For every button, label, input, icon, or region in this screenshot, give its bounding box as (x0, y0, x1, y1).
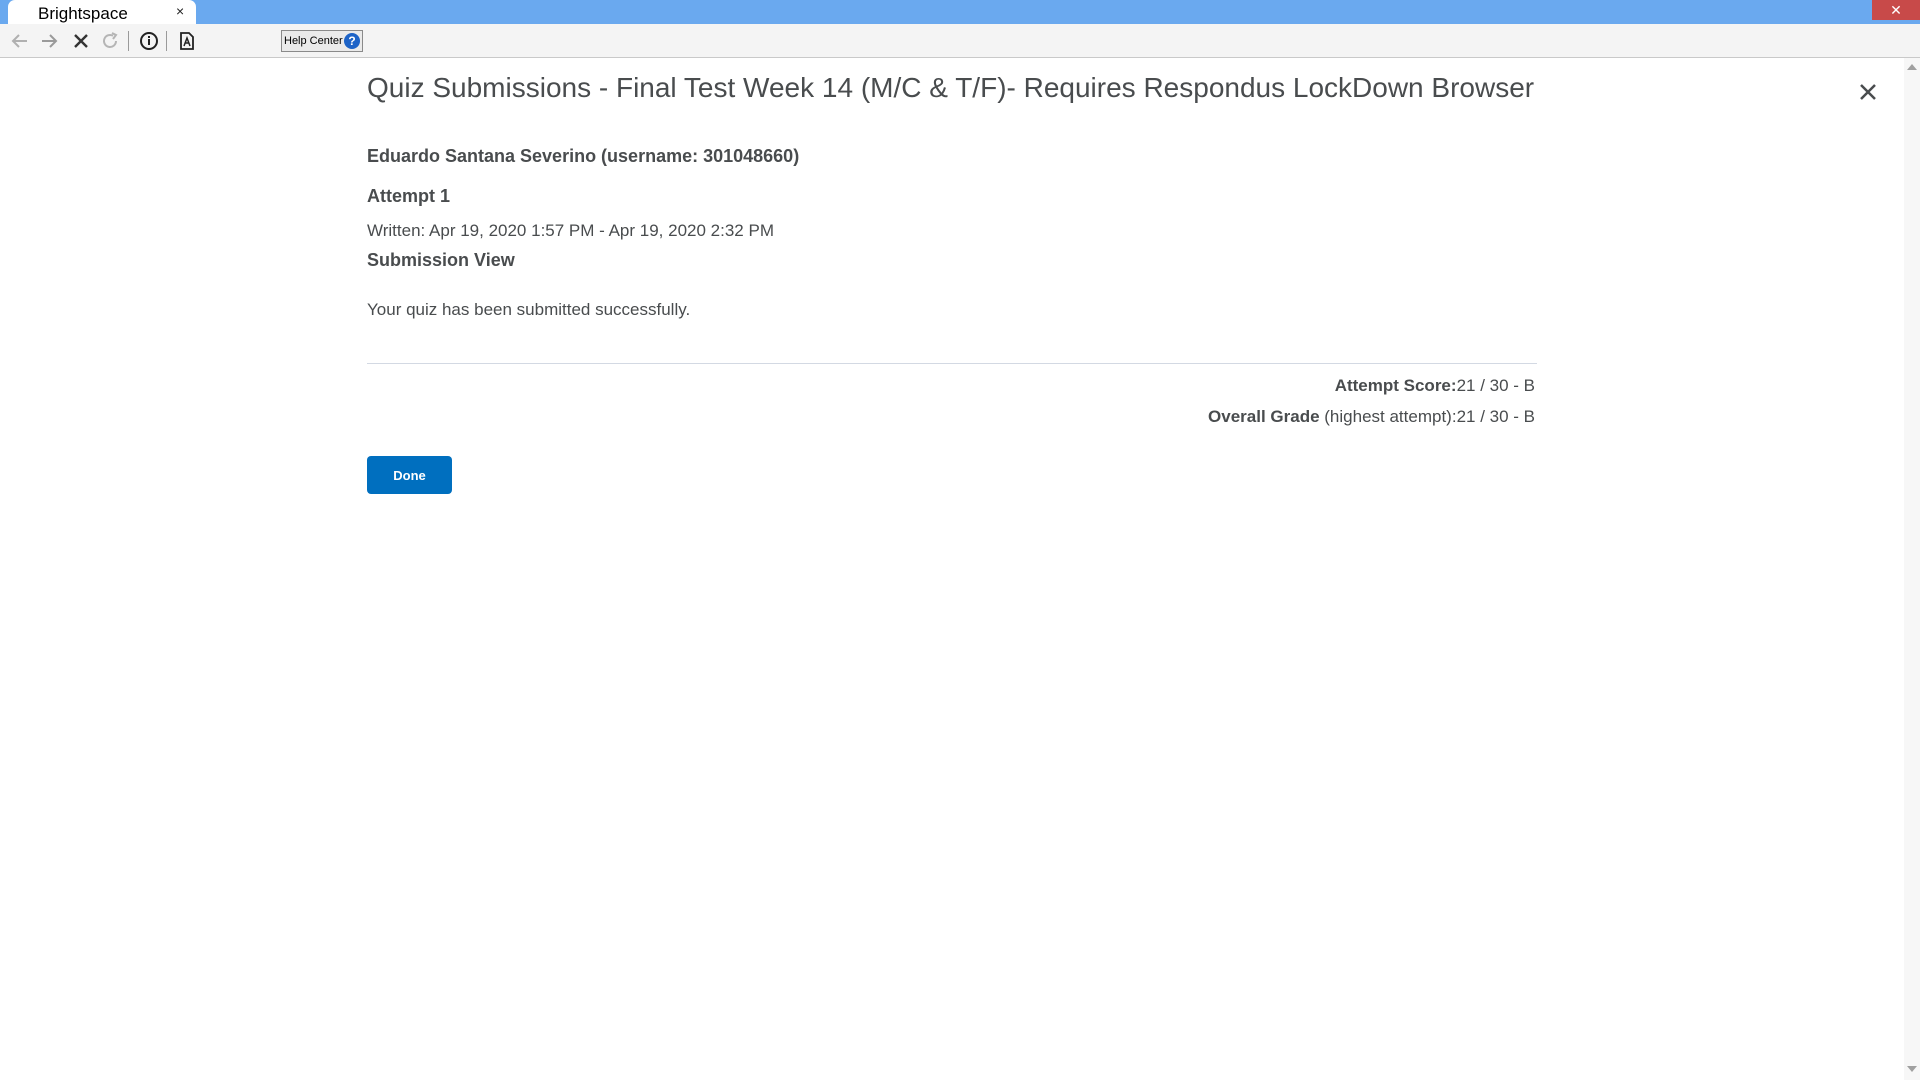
page-scrollbar[interactable] (1904, 58, 1920, 1080)
attempt-score-value: 21 / 30 - B (1456, 376, 1535, 395)
student-name: Eduardo Santana Severino (username: 3010… (367, 146, 800, 166)
stop-icon[interactable] (70, 30, 92, 52)
reload-icon[interactable] (99, 30, 121, 52)
submission-success-message: Your quiz has been submitted successfull… (367, 300, 691, 319)
overall-grade: Overall Grade (highest attempt):21 / 30 … (1208, 407, 1535, 427)
overall-grade-label: Overall Grade (1208, 407, 1320, 426)
overall-grade-value: 21 / 30 - B (1456, 407, 1535, 426)
browser-toolbar: Help Center ? (0, 24, 1920, 58)
browser-titlebar: Brightspace × ✕ (0, 0, 1920, 24)
help-center-label: Help Center (284, 35, 343, 47)
page-title: Quiz Submissions - Final Test Week 14 (M… (367, 72, 1535, 103)
written-timestamp: Written: Apr 19, 2020 1:57 PM - Apr 19, … (367, 221, 774, 240)
attempt-heading: Attempt 1 (367, 186, 451, 206)
attempt-score: Attempt Score:21 / 30 - B (1335, 376, 1535, 396)
help-center-button[interactable]: Help Center ? (281, 30, 363, 52)
scroll-up-icon[interactable] (1907, 64, 1917, 70)
scroll-down-icon[interactable] (1907, 1066, 1917, 1072)
attempt-score-label: Attempt Score: (1334, 376, 1457, 395)
divider (367, 363, 1537, 364)
submission-view-heading: Submission View (367, 250, 515, 270)
forward-arrow-icon[interactable] (38, 30, 60, 52)
help-question-icon: ? (344, 33, 360, 49)
window-close-button[interactable]: ✕ (1872, 0, 1920, 20)
tab-close-icon[interactable]: × (176, 3, 184, 19)
done-button[interactable]: Done (367, 456, 452, 494)
toolbar-separator (166, 31, 167, 51)
toolbar-separator (128, 31, 129, 51)
close-icon[interactable] (1854, 78, 1882, 106)
browser-tab[interactable]: Brightspace × (8, 0, 196, 24)
overall-grade-note: (highest attempt): (1319, 407, 1457, 426)
tab-title: Brightspace (38, 4, 128, 23)
page-icon[interactable] (176, 30, 198, 52)
back-arrow-icon[interactable] (9, 30, 31, 52)
info-icon[interactable] (138, 30, 160, 52)
quiz-submission-page: Quiz Submissions - Final Test Week 14 (M… (0, 58, 1904, 1080)
